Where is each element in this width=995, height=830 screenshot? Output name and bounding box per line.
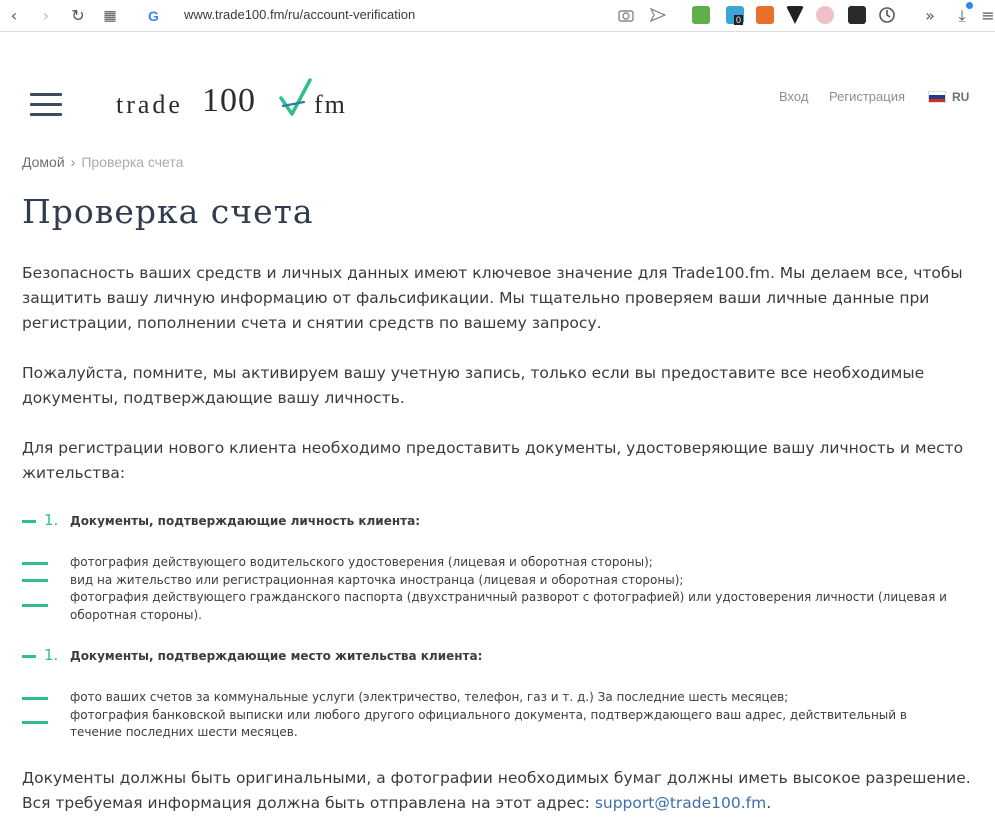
- section-number: 1.: [44, 511, 59, 529]
- support-email-link[interactable]: support@trade100.fm: [595, 794, 766, 812]
- logo-number: 100: [202, 82, 256, 119]
- breadcrumb-current: Проверка счета: [81, 154, 184, 170]
- back-icon[interactable]: ‹: [4, 6, 24, 26]
- intro-paragraph-1: Безопасность ваших средств и личных данн…: [22, 264, 963, 332]
- login-link[interactable]: Вход: [779, 89, 808, 104]
- reload-icon[interactable]: ↻: [68, 6, 88, 26]
- extension-badge-count: 0: [734, 15, 744, 25]
- list-item: фотография банковской выписки или любого…: [70, 707, 907, 740]
- section-heading-text: Документы, подтверждающие место жительст…: [70, 649, 483, 663]
- register-link[interactable]: Регистрация: [829, 89, 905, 104]
- extension-icon[interactable]: [786, 6, 804, 24]
- language-selector[interactable]: RU: [952, 90, 969, 104]
- page-title: Проверка счета: [22, 192, 314, 231]
- menu-icon[interactable]: ≡: [978, 6, 995, 26]
- camera-icon[interactable]: [618, 8, 634, 22]
- breadcrumb-home[interactable]: Домой: [22, 154, 65, 170]
- intro-paragraph-3: Для регистрации нового клиента необходим…: [22, 439, 964, 482]
- extension-icon[interactable]: [816, 6, 834, 24]
- google-icon: G: [148, 8, 159, 24]
- download-icon[interactable]: ⤓: [952, 6, 972, 26]
- logo-text-fm: fm: [314, 90, 347, 119]
- list-item: фотография действующего водительского уд…: [70, 555, 653, 569]
- list-item: фото ваших счетов за коммунальные услуги…: [70, 690, 789, 704]
- footer-text: Документы должны быть оригинальными, а ф…: [22, 769, 971, 812]
- logo-check-icon: [279, 78, 312, 116]
- hamburger-menu-icon[interactable]: [30, 93, 62, 117]
- forward-icon[interactable]: ›: [36, 6, 56, 26]
- russian-flag-icon[interactable]: [928, 91, 946, 103]
- list-item: фотография действующего гражданского пас…: [70, 590, 947, 622]
- address-bar[interactable]: www.trade100.fm/ru/account-verification: [184, 7, 415, 22]
- breadcrumb: Домой › Проверка счета: [22, 154, 183, 170]
- apps-icon[interactable]: ▦: [100, 6, 120, 26]
- extension-icon[interactable]: [692, 6, 710, 24]
- download-indicator: [966, 2, 973, 9]
- extension-badge-icon[interactable]: 0: [726, 6, 744, 25]
- section-identity-list: фотография действующего водительского уд…: [70, 554, 950, 624]
- browser-toolbar: ‹ › ↻ ▦ G www.trade100.fm/ru/account-ver…: [0, 0, 995, 32]
- section-heading-text: Документы, подтверждающие личность клиен…: [70, 514, 420, 528]
- section-residence-list: фото ваших счетов за коммунальные услуги…: [70, 689, 950, 742]
- intro-paragraph-2: Пожалуйста, помните, мы активируем вашу …: [22, 364, 925, 407]
- extension-icon[interactable]: [756, 6, 774, 24]
- footer-paragraph: Документы должны быть оригинальными, а ф…: [22, 766, 972, 816]
- breadcrumb-separator: ›: [70, 154, 76, 170]
- footer-end: .: [766, 794, 772, 812]
- more-extensions-icon[interactable]: »: [920, 6, 940, 26]
- extension-icon[interactable]: [848, 6, 866, 24]
- section-number: 1.: [44, 646, 59, 664]
- send-icon[interactable]: [650, 8, 666, 22]
- clock-icon[interactable]: [878, 6, 896, 24]
- logo-text-trade: trade: [116, 90, 183, 119]
- list-item: вид на жительство или регистрационная ка…: [70, 572, 684, 587]
